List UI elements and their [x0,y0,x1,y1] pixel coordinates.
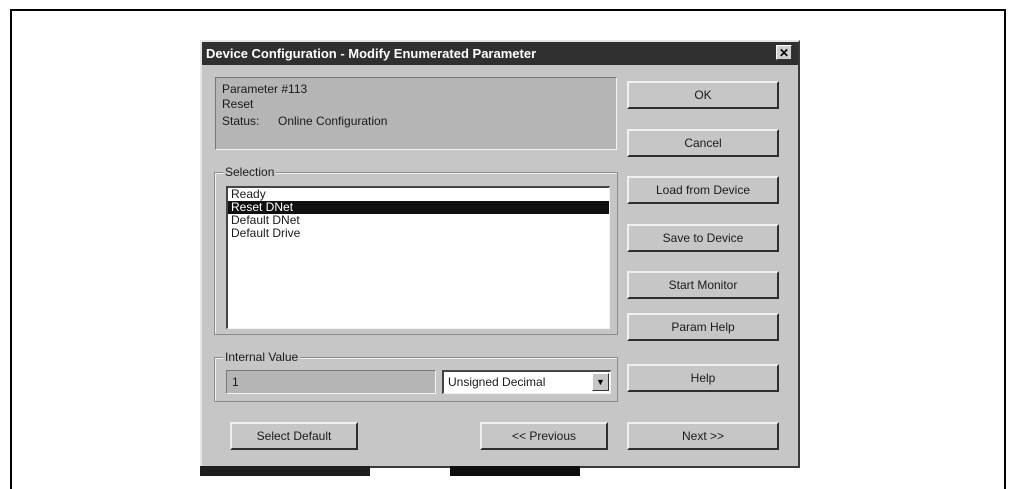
select-default-button[interactable]: Select Default [230,422,358,450]
close-icon[interactable]: ✕ [776,45,792,60]
background-strip [200,466,370,476]
status-label: Status: [222,114,260,128]
next-button[interactable]: Next >> [627,422,779,450]
list-item[interactable]: Default Drive [228,227,609,240]
save-to-device-button[interactable]: Save to Device [627,224,779,252]
dropdown-arrow-icon[interactable]: ▼ [592,373,609,391]
param-help-button[interactable]: Param Help [627,313,779,341]
status-value: Online Configuration [278,114,388,128]
help-button[interactable]: Help [627,364,779,392]
cancel-button[interactable]: Cancel [627,129,779,157]
internal-value-field: 1 [226,370,436,394]
dialog-title: Device Configuration - Modify Enumerated… [206,46,537,61]
load-from-device-button[interactable]: Load from Device [627,176,779,204]
selection-listbox[interactable]: Ready Reset DNet Default DNet Default Dr… [226,186,610,329]
parameter-name: Reset [222,97,254,111]
title-bar[interactable]: Device Configuration - Modify Enumerated… [202,42,798,65]
internal-value-label: Internal Value [223,350,301,364]
value-format-select[interactable]: Unsigned Decimal ▼ [442,370,611,394]
parameter-info-panel: Parameter #113 Reset Status: Online Conf… [215,77,617,150]
background-strip [450,466,580,476]
selection-label: Selection [223,165,277,179]
ok-button[interactable]: OK [627,81,779,109]
device-configuration-dialog: Device Configuration - Modify Enumerated… [200,40,800,468]
start-monitor-button[interactable]: Start Monitor [627,271,779,299]
value-format-selected: Unsigned Decimal [448,375,546,389]
previous-button[interactable]: << Previous [480,422,608,450]
parameter-number: Parameter #113 [222,82,308,96]
